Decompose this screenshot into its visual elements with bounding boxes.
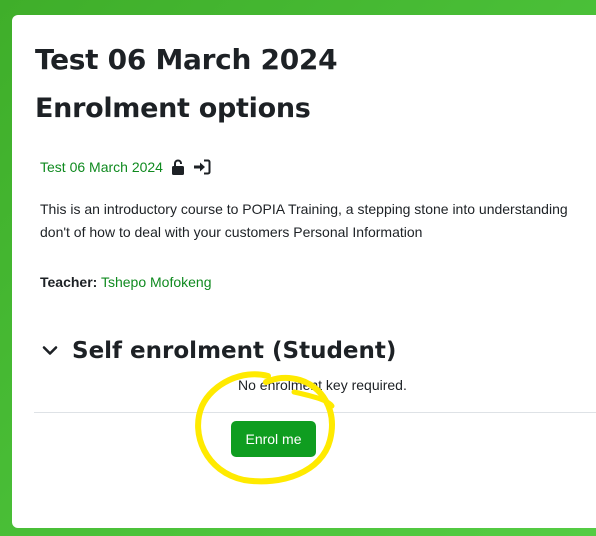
main-card: Test 06 March 2024 Enrolment options Tes… (12, 15, 596, 528)
enrol-sign-in-icon (193, 159, 211, 175)
no-enrolment-key-text: No enrolment key required. (238, 377, 407, 393)
unlock-icon (171, 159, 185, 175)
teacher-name-link[interactable]: Tshepo Mofokeng (101, 274, 212, 290)
course-title: Test 06 March 2024 (35, 43, 338, 76)
chevron-down-icon[interactable] (42, 345, 58, 357)
summary-line-1: This is an introductory course to POPIA … (40, 201, 568, 217)
divider (34, 412, 596, 413)
enrol-me-button[interactable]: Enrol me (231, 421, 316, 457)
summary-line-2: don't of how to deal with your customers… (40, 224, 423, 240)
self-enrolment-section-header[interactable]: Self enrolment (Student) (42, 338, 396, 364)
course-link-row: Test 06 March 2024 (40, 157, 211, 177)
page-title: Enrolment options (35, 93, 311, 124)
course-summary: This is an introductory course to POPIA … (40, 198, 596, 244)
teacher-row: Teacher: Tshepo Mofokeng (40, 274, 212, 290)
teacher-label: Teacher: (40, 274, 98, 290)
self-enrolment-title: Self enrolment (Student) (72, 338, 397, 364)
course-link[interactable]: Test 06 March 2024 (40, 159, 163, 175)
